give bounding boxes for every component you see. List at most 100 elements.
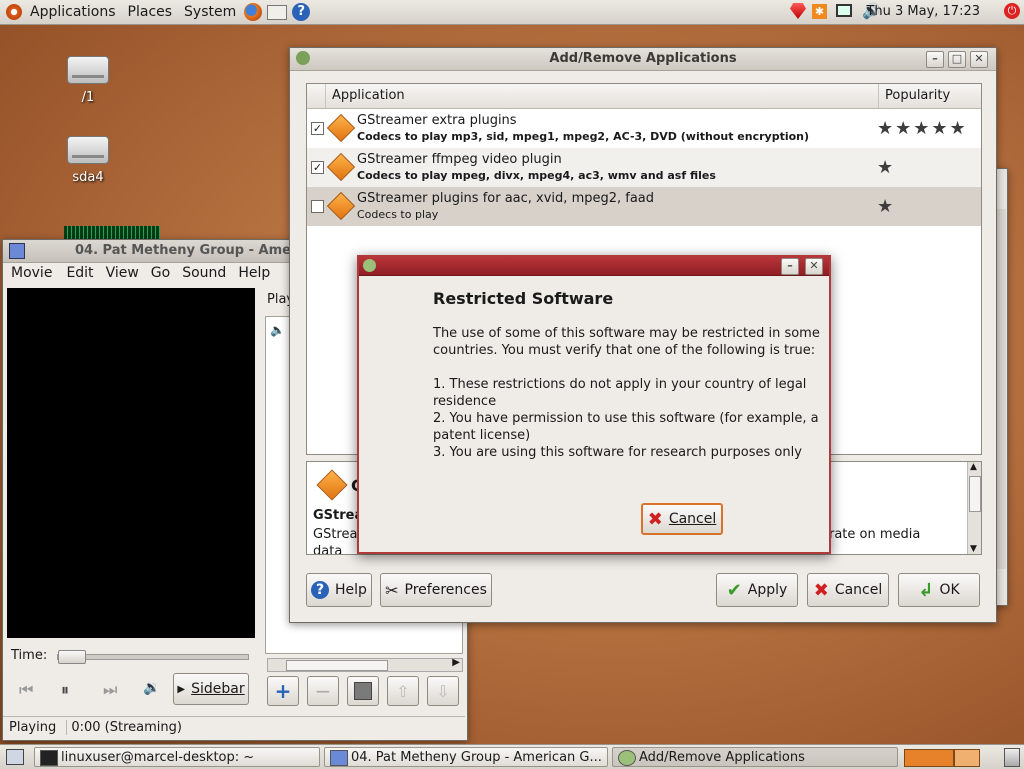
- scroll-right-icon[interactable]: ▶: [452, 657, 460, 668]
- trash-icon[interactable]: [1004, 748, 1020, 767]
- pause-icon[interactable]: ⏸: [61, 680, 69, 700]
- notification-star-icon[interactable]: ✱: [812, 4, 827, 19]
- firefox-icon[interactable]: [244, 3, 263, 21]
- menu-help[interactable]: Help: [232, 262, 276, 284]
- drive-icon: [67, 56, 109, 84]
- system-menu[interactable]: System: [178, 0, 242, 24]
- desktop-icon-label: sda4: [72, 170, 104, 185]
- help-button[interactable]: ? Help: [306, 573, 372, 607]
- help-icon[interactable]: ?: [292, 3, 311, 21]
- update-ruby-icon[interactable]: [790, 3, 806, 19]
- places-menu[interactable]: Places: [122, 0, 179, 24]
- row-description: Codecs to play mpeg, divx, mpeg4, ac3, w…: [357, 169, 716, 182]
- package-icon: [326, 191, 356, 221]
- show-desktop-icon[interactable]: [6, 749, 24, 765]
- detail-scroll-thumb[interactable]: [969, 476, 981, 512]
- cancel-button[interactable]: ✖ Cancel: [807, 573, 889, 607]
- sidebar-toggle-button[interactable]: ▶ Sidebar: [173, 673, 249, 705]
- move-up-button[interactable]: ⇧: [387, 676, 419, 706]
- column-application[interactable]: Application: [326, 84, 879, 108]
- dialog-cancel-button[interactable]: ✖ Cancel: [641, 503, 723, 535]
- app-row[interactable]: ✓ GStreamer extra plugins Codecs to play…: [307, 109, 981, 148]
- ubuntu-logo-icon[interactable]: [6, 4, 22, 20]
- addremove-icon: [618, 750, 636, 766]
- help-icon: ?: [311, 581, 330, 599]
- remove-playlist-button[interactable]: −: [307, 676, 339, 706]
- menu-view[interactable]: View: [100, 262, 145, 284]
- app-row-selected[interactable]: GStreamer plugins for aac, xvid, mpeg2, …: [307, 187, 981, 226]
- dialog-minimize-button[interactable]: –: [781, 258, 799, 275]
- workspace-1[interactable]: [904, 749, 954, 767]
- header-check-column[interactable]: [307, 84, 326, 108]
- arrow-up-icon: ⇧: [396, 681, 410, 701]
- menu-sound[interactable]: Sound: [176, 262, 232, 284]
- dialog-paragraph: The use of some of this software may be …: [433, 326, 820, 358]
- desktop-icon-drive-sda4[interactable]: sda4: [58, 136, 118, 185]
- menu-movie[interactable]: Movie: [3, 262, 60, 284]
- row-title: GStreamer extra plugins: [357, 113, 517, 128]
- apply-button[interactable]: ✔ Apply: [716, 573, 798, 607]
- playlist-hscrollbar[interactable]: ▶: [267, 657, 463, 672]
- task-addremove[interactable]: Add/Remove Applications: [612, 747, 898, 767]
- move-down-button[interactable]: ⇩: [427, 676, 459, 706]
- clock[interactable]: Thu 3 May, 17:23: [866, 0, 980, 24]
- totem-statusbar: Playing 0:00 (Streaming): [3, 716, 465, 739]
- x-icon: ✖: [813, 579, 829, 601]
- totem-app-icon: [9, 243, 25, 259]
- scroll-thumb[interactable]: [286, 660, 388, 671]
- dialog-cancel-label: Cancel: [668, 511, 717, 527]
- column-popularity[interactable]: Popularity: [879, 84, 950, 108]
- seek-handle[interactable]: [58, 650, 86, 664]
- scroll-down-icon[interactable]: ▼: [970, 544, 977, 554]
- detail-heading: GStrea: [313, 508, 364, 523]
- totem-menubar: Movie Edit View Go Sound Help: [3, 262, 293, 284]
- app-row[interactable]: ✓ GStreamer ffmpeg video plugin Codecs t…: [307, 148, 981, 187]
- workspace-2[interactable]: [954, 749, 980, 767]
- save-playlist-button[interactable]: [347, 676, 379, 706]
- row-checkbox[interactable]: [311, 200, 324, 213]
- drive-icon: [67, 136, 109, 164]
- seek-bar[interactable]: [57, 650, 249, 664]
- dialog-close-button[interactable]: ✕: [805, 258, 823, 275]
- popularity-stars: ★★★★★: [877, 118, 968, 139]
- next-icon[interactable]: ⏭: [103, 680, 117, 700]
- shutdown-icon[interactable]: ⏻: [1004, 3, 1020, 19]
- video-area[interactable]: [7, 288, 255, 638]
- help-label: Help: [335, 582, 367, 598]
- close-button[interactable]: ✕: [970, 51, 988, 68]
- volume-button-icon[interactable]: 🔉: [143, 680, 160, 696]
- minimize-button[interactable]: –: [926, 51, 944, 68]
- menu-go[interactable]: Go: [145, 262, 176, 284]
- task-totem[interactable]: 04. Pat Metheny Group - American G...: [324, 747, 608, 767]
- scroll-up-icon[interactable]: ▲: [970, 462, 977, 472]
- totem-icon: [330, 750, 348, 766]
- ok-button[interactable]: ↲ OK: [898, 573, 980, 607]
- preferences-button[interactable]: ✂ Preferences: [380, 573, 492, 607]
- top-panel: Applications Places System ? ✱ 🔊 Thu 3 M…: [0, 0, 1024, 25]
- bottom-taskbar: linuxuser@marcel-desktop: ~ 04. Pat Meth…: [0, 744, 1024, 769]
- email-icon[interactable]: [267, 4, 288, 20]
- package-icon: [326, 113, 356, 143]
- detail-body-right: rate on media: [829, 527, 921, 542]
- menu-edit[interactable]: Edit: [60, 262, 99, 284]
- maximize-button[interactable]: □: [948, 51, 966, 68]
- dialog-heading: Restricted Software: [433, 289, 614, 308]
- add-playlist-button[interactable]: +: [267, 676, 299, 706]
- row-checkbox[interactable]: ✓: [311, 161, 324, 174]
- addremove-titlebar[interactable]: Add/Remove Applications – □ ✕: [290, 48, 996, 71]
- detail-package-icon: [316, 469, 348, 501]
- previous-icon[interactable]: ⏮: [19, 680, 33, 700]
- x-icon: ✖: [647, 508, 663, 530]
- desktop-icon-drive-1[interactable]: /1: [58, 56, 118, 105]
- row-checkbox[interactable]: ✓: [311, 122, 324, 135]
- popularity-stars: ★: [877, 157, 896, 178]
- detail-scrollbar[interactable]: ▲ ▼: [967, 462, 981, 554]
- task-terminal[interactable]: linuxuser@marcel-desktop: ~: [34, 747, 320, 767]
- desktop-icon-label: /1: [81, 90, 95, 105]
- dialog-titlebar[interactable]: – ✕: [359, 257, 829, 276]
- applications-menu[interactable]: Applications: [24, 0, 122, 24]
- network-icon[interactable]: [836, 4, 852, 17]
- package-icon: [326, 152, 356, 182]
- time-label: Time:: [11, 648, 48, 663]
- row-description: Codecs to play: [357, 208, 439, 221]
